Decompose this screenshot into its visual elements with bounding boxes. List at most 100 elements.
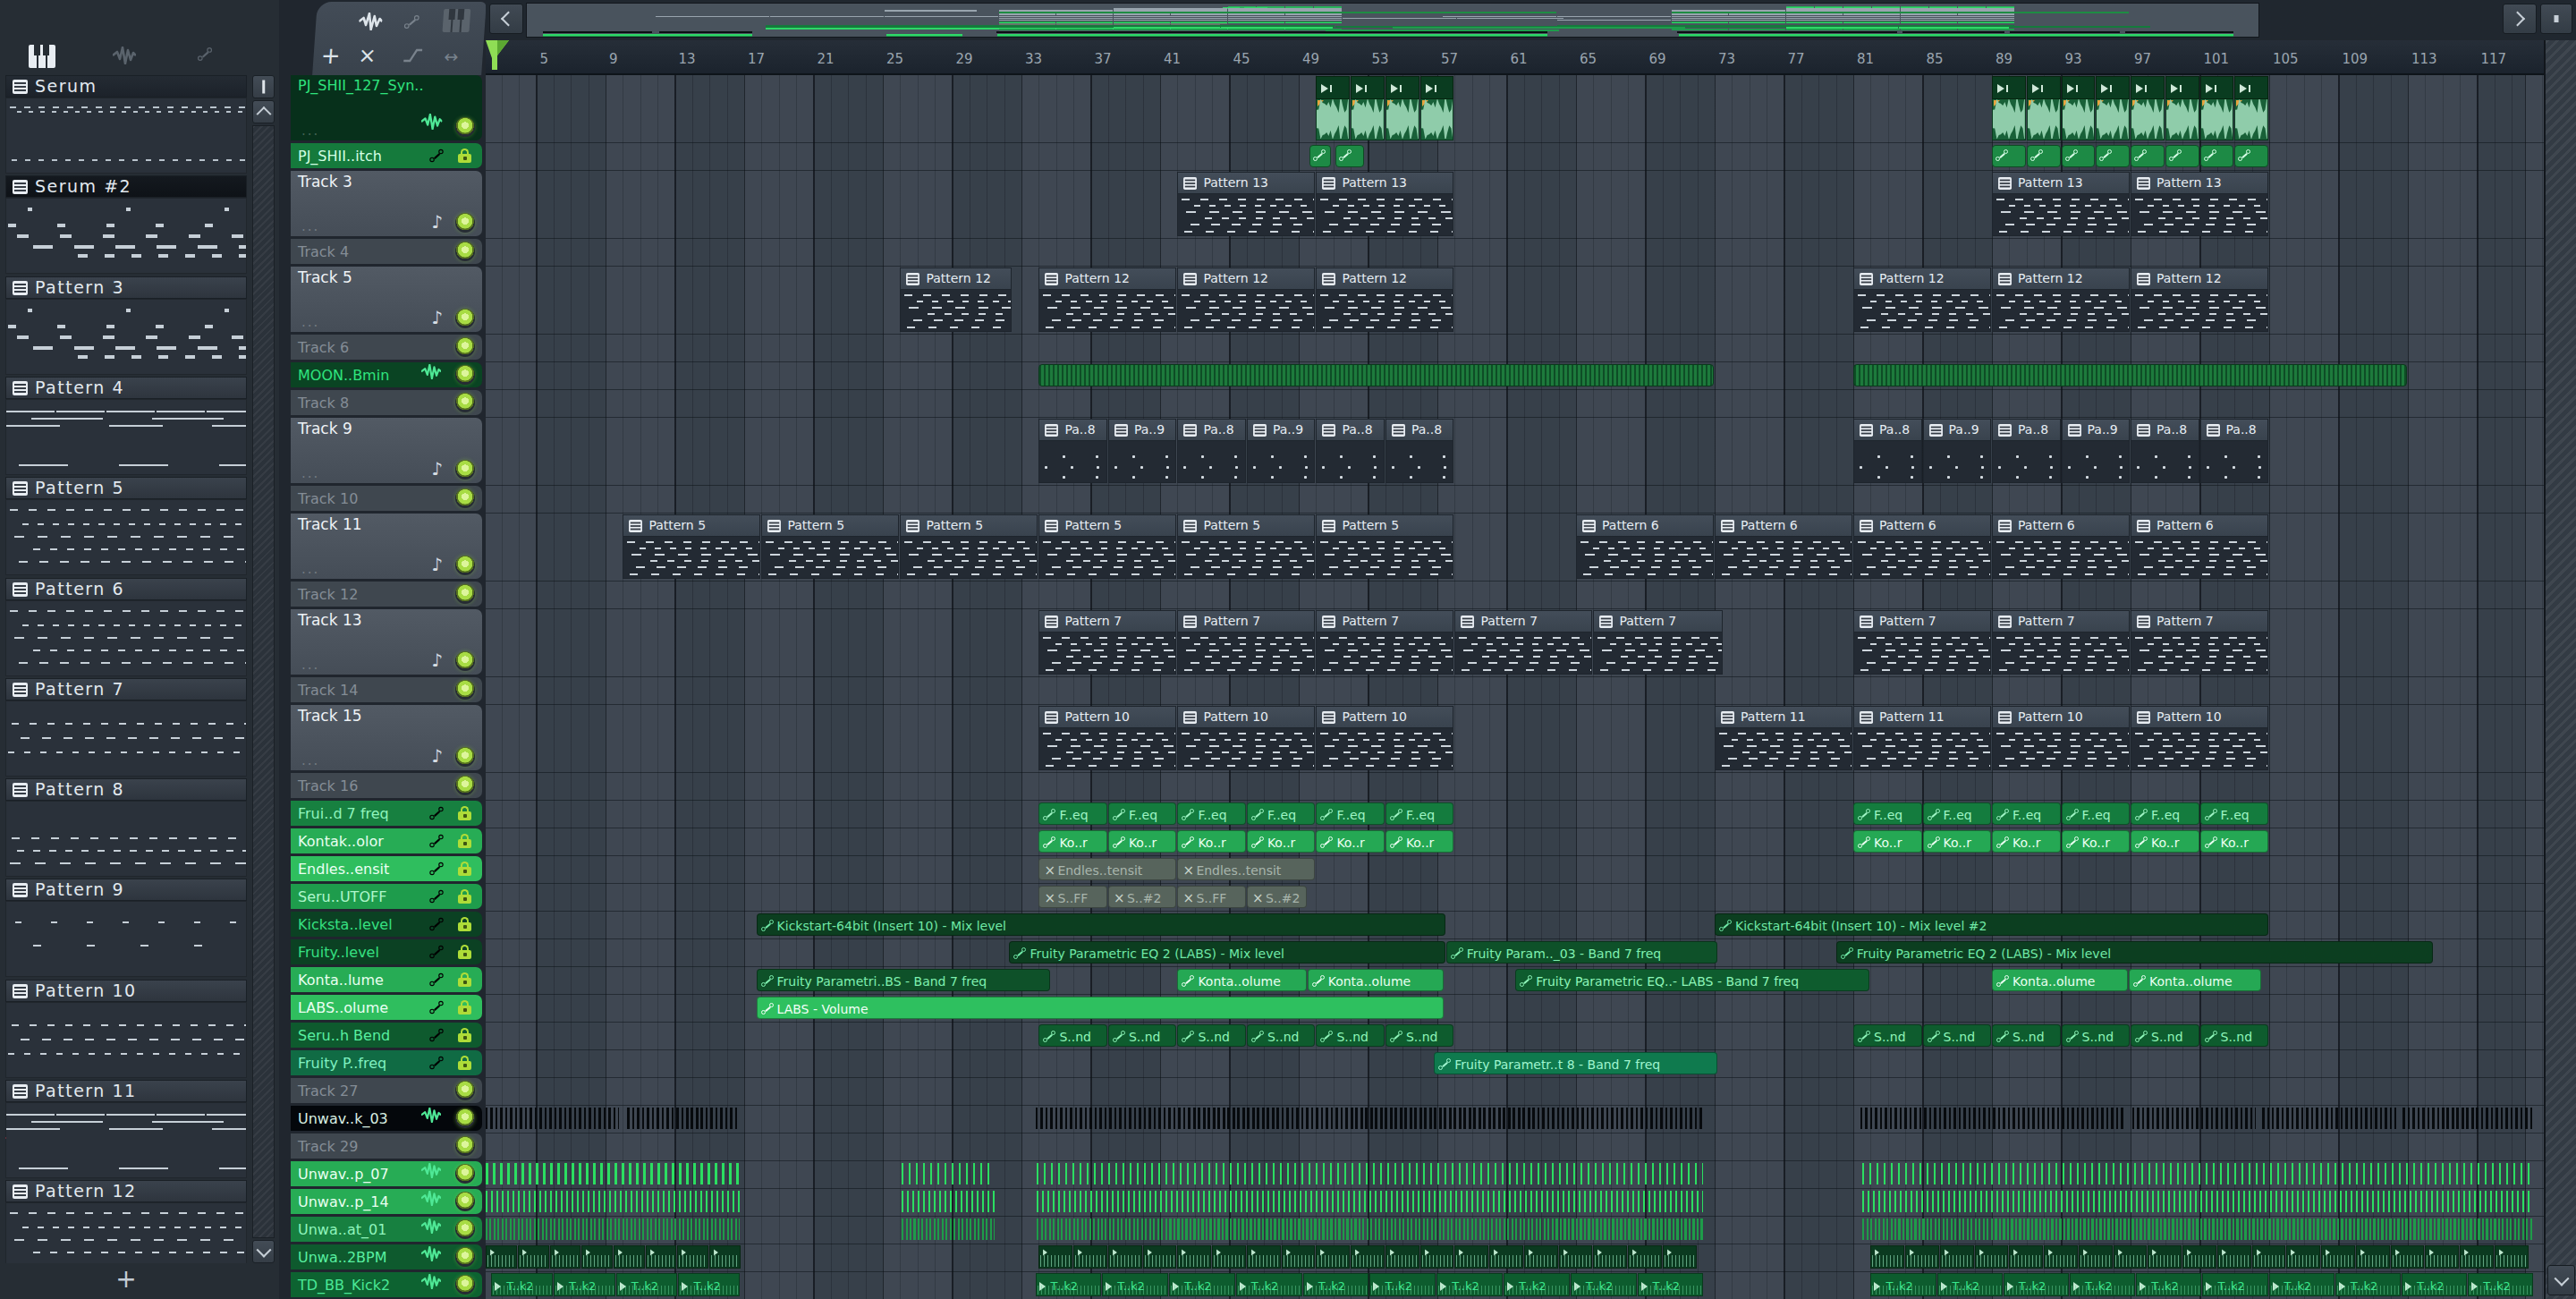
mini-audio-clip[interactable] bbox=[1282, 1245, 1316, 1269]
track-header-34[interactable]: TD_BB_Kick2 bbox=[291, 1272, 482, 1297]
audio-clip[interactable] bbox=[1351, 76, 1385, 140]
mini-audio-clip[interactable] bbox=[1870, 1245, 1904, 1269]
track-led[interactable] bbox=[455, 1108, 475, 1128]
track-led[interactable] bbox=[455, 1219, 475, 1239]
kick-audio-clip[interactable]: T..k2 bbox=[1870, 1273, 1936, 1296]
kick-audio-clip[interactable]: T..k2 bbox=[1236, 1273, 1302, 1296]
pattern-preview[interactable] bbox=[5, 801, 247, 877]
track-header-4[interactable]: Track 4 bbox=[291, 239, 482, 264]
audio-stripe-clip[interactable] bbox=[486, 1163, 740, 1184]
muted-clip[interactable]: ×S..FF bbox=[1038, 886, 1107, 908]
track-led[interactable] bbox=[455, 651, 475, 671]
pattern-clip[interactable]: Pa..9 bbox=[1247, 419, 1316, 483]
track-led[interactable] bbox=[455, 1275, 475, 1295]
mini-audio-clip[interactable] bbox=[1905, 1245, 1939, 1269]
track-led[interactable] bbox=[455, 1164, 475, 1184]
track-header-20[interactable]: Seru..UTOFF bbox=[291, 884, 482, 909]
pattern-clip[interactable]: Pattern 7 bbox=[2131, 610, 2268, 675]
kick-audio-clip[interactable]: T..k2 bbox=[2269, 1273, 2334, 1296]
track-led[interactable] bbox=[455, 1081, 475, 1100]
pattern-entry[interactable]: Pattern 3 bbox=[5, 276, 247, 377]
audio-stripe-clip[interactable] bbox=[1037, 1163, 1703, 1184]
playlist-scroll-strip[interactable] bbox=[486, 0, 2576, 40]
pattern-clip[interactable]: Pa..8 bbox=[1853, 419, 1922, 483]
track-led[interactable] bbox=[455, 747, 475, 767]
audio-stripe-clip[interactable] bbox=[1860, 1108, 2126, 1129]
audio-clip[interactable] bbox=[1385, 76, 1419, 140]
track-led[interactable] bbox=[455, 1192, 475, 1211]
pattern-clip[interactable]: Pattern 7 bbox=[1853, 610, 1991, 675]
add-pattern-button[interactable]: + bbox=[0, 1263, 252, 1299]
track-header-6[interactable]: Track 6 bbox=[291, 335, 482, 360]
kick-audio-clip[interactable]: T..k2 bbox=[2335, 1273, 2401, 1296]
automation-clip[interactable]: S..nd bbox=[1038, 1024, 1107, 1047]
track-header-17[interactable]: Frui..d 7 freq bbox=[291, 801, 482, 826]
automation-clip[interactable]: S..nd bbox=[2200, 1024, 2269, 1047]
pattern-clip[interactable]: Pattern 6 bbox=[1715, 514, 1852, 579]
pattern-entry[interactable]: Serum bbox=[5, 75, 247, 175]
pattern-entry[interactable]: Pattern 6 bbox=[5, 578, 247, 678]
piano-icon[interactable] bbox=[29, 45, 55, 68]
audio-stripe-clip[interactable] bbox=[1862, 1163, 2534, 1184]
pattern-clip[interactable]: Pattern 13 bbox=[2131, 172, 2268, 236]
pattern-clip[interactable]: Pattern 6 bbox=[1853, 514, 1991, 579]
pattern-clip[interactable]: Pattern 6 bbox=[1992, 514, 2130, 579]
pattern-entry[interactable]: Pattern 8 bbox=[5, 778, 247, 879]
kick-audio-clip[interactable]: T..k2 bbox=[1937, 1273, 2003, 1296]
pattern-clip[interactable]: Pattern 10 bbox=[1992, 706, 2130, 770]
track-header-26[interactable]: Fruity P..freq bbox=[291, 1050, 482, 1075]
audio-stripe-clip[interactable] bbox=[486, 1108, 618, 1129]
timeline-ruler[interactable]: 5913172125293337414549535761656973778185… bbox=[486, 40, 2544, 75]
pattern-clip[interactable]: Pattern 7 bbox=[1177, 610, 1315, 675]
automation-clip[interactable]: S..nd bbox=[1992, 1024, 2061, 1047]
muted-clip[interactable]: ×Endles..tensit bbox=[1177, 858, 1315, 880]
kick-audio-clip[interactable]: T..k2 bbox=[2136, 1273, 2201, 1296]
track-header-19[interactable]: Endles..ensit bbox=[291, 856, 482, 881]
kick-audio-clip[interactable]: T..k2 bbox=[616, 1273, 678, 1296]
audio-clip[interactable] bbox=[2131, 76, 2165, 140]
kick-audio-clip[interactable]: T..k2 bbox=[678, 1273, 740, 1296]
track-header-15[interactable]: Track 15...♪ bbox=[291, 705, 482, 770]
pattern-header[interactable]: Pattern 11 bbox=[5, 1080, 247, 1102]
lock-icon[interactable] bbox=[458, 972, 471, 987]
automation-clip[interactable] bbox=[1992, 145, 2026, 167]
track-led[interactable] bbox=[455, 117, 475, 137]
track-header-10[interactable]: Track 10 bbox=[291, 486, 482, 511]
automation-clip[interactable]: Ko..r bbox=[2200, 830, 2269, 853]
pattern-entry[interactable]: Pattern 12 bbox=[5, 1180, 247, 1263]
minimap[interactable] bbox=[526, 3, 2259, 38]
automation-clip[interactable]: Konta..olume bbox=[2129, 969, 2261, 991]
automation-clip[interactable]: S..nd bbox=[2131, 1024, 2199, 1047]
audio-clip[interactable] bbox=[1316, 76, 1350, 140]
kick-audio-clip[interactable]: T..k2 bbox=[2070, 1273, 2135, 1296]
audio-stripe-clip[interactable] bbox=[1862, 1191, 2534, 1212]
automation-clip[interactable] bbox=[2131, 145, 2165, 167]
pattern-clip[interactable]: Pattern 12 bbox=[900, 267, 1012, 332]
muted-clip[interactable]: ×S..#2 bbox=[1108, 886, 1177, 908]
mini-audio-clip[interactable] bbox=[1073, 1245, 1107, 1269]
track-header-2[interactable]: PJ_SHII..itch bbox=[291, 143, 482, 168]
audio-stripe-clip[interactable] bbox=[1036, 1108, 1704, 1129]
pattern-clip[interactable]: Pattern 7 bbox=[1316, 610, 1453, 675]
audio-stripe-clip[interactable] bbox=[902, 1191, 995, 1212]
automation-clip[interactable]: F..eq bbox=[1385, 802, 1454, 825]
automation-clip[interactable]: Ko..r bbox=[2062, 830, 2131, 853]
automation-clip[interactable]: S..nd bbox=[1177, 1024, 1246, 1047]
track-header-18[interactable]: Kontak..olor bbox=[291, 828, 482, 853]
track-led[interactable] bbox=[455, 460, 475, 480]
mini-audio-clip[interactable] bbox=[2044, 1245, 2078, 1269]
lock-icon[interactable] bbox=[458, 1028, 471, 1042]
mini-audio-clip[interactable] bbox=[1489, 1245, 1523, 1269]
automation-clip[interactable]: Ko..r bbox=[1853, 830, 1922, 853]
automation-clip[interactable]: S..nd bbox=[1247, 1024, 1316, 1047]
mini-audio-clip[interactable] bbox=[2182, 1245, 2216, 1269]
mini-audio-clip[interactable] bbox=[1454, 1245, 1488, 1269]
lock-icon[interactable] bbox=[458, 889, 471, 904]
audio-stripe-clip[interactable] bbox=[2402, 1108, 2533, 1129]
automation-clip[interactable]: Kickstart-64bit (Insert 10) - Mix level bbox=[757, 913, 1445, 936]
pattern-clip[interactable]: Pattern 7 bbox=[1454, 610, 1592, 675]
automation-clip[interactable]: S..nd bbox=[2062, 1024, 2131, 1047]
automation-clip[interactable]: Fruity Parametric EQ 2 (LABS) - Mix leve… bbox=[1836, 941, 2433, 964]
automation-clip[interactable]: Fruity Parametric EQ 2 (LABS) - Mix leve… bbox=[1009, 941, 1445, 964]
track-led[interactable] bbox=[455, 242, 475, 261]
